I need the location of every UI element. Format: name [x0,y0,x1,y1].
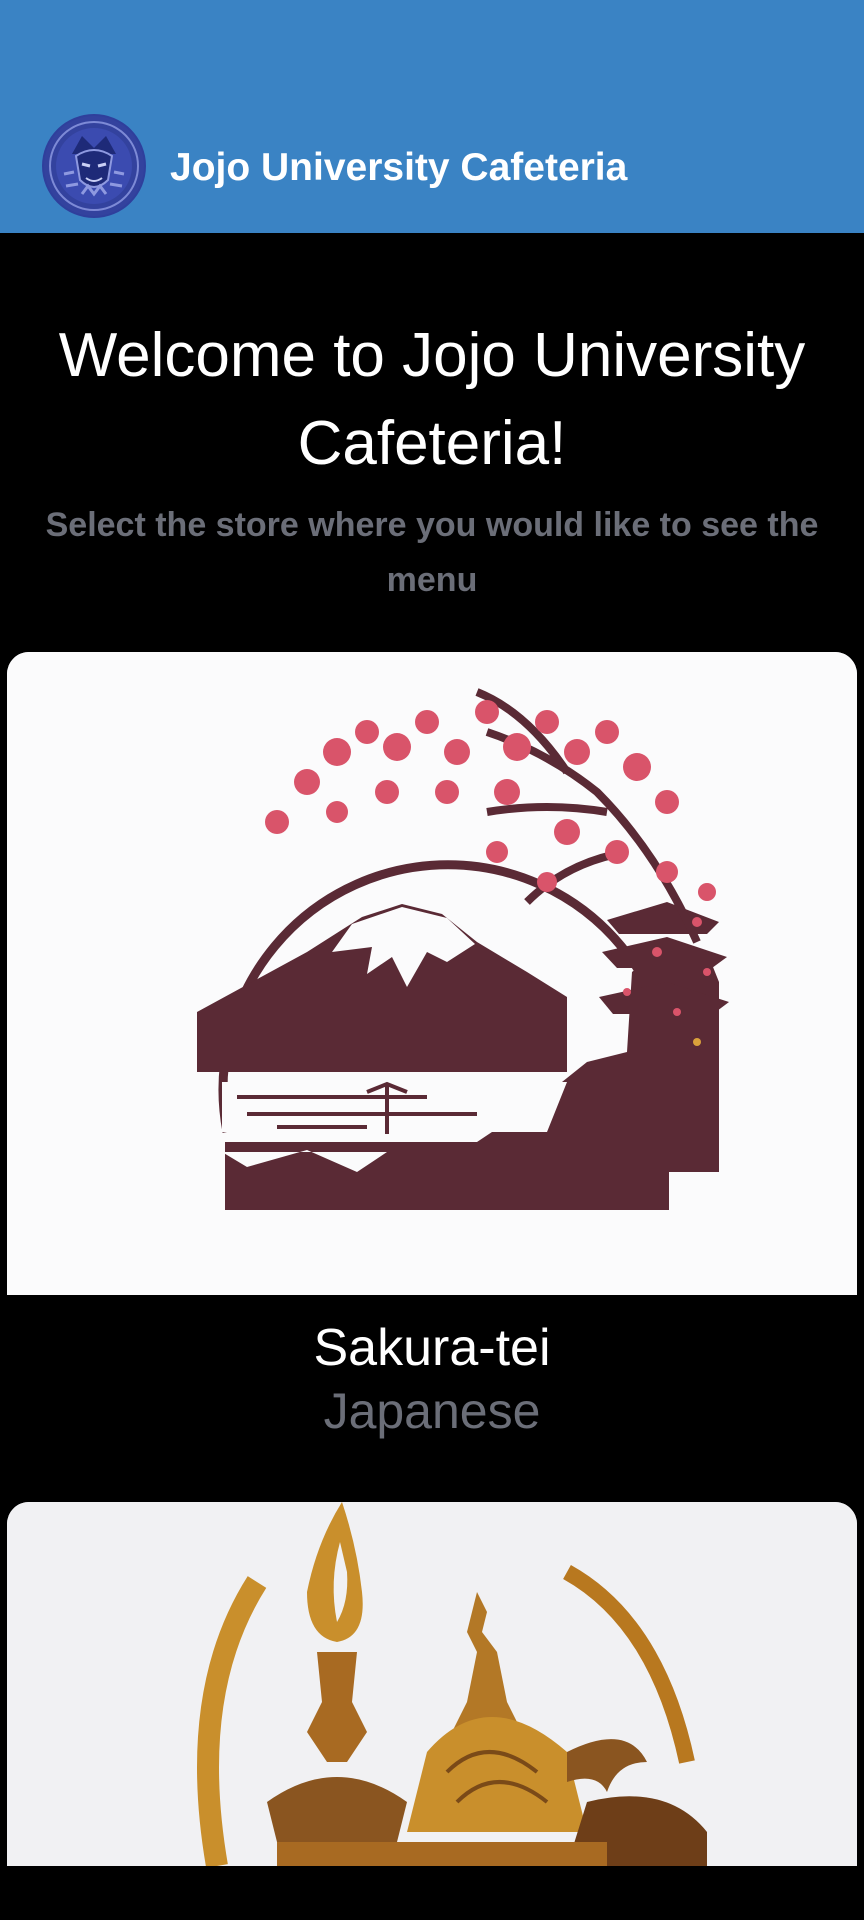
subtitle-line2: menu [386,561,478,599]
subtitle-line1: Select the store where you would like to… [45,506,819,544]
app-title: Jojo University Cafeteria [170,146,628,189]
golden-temple-flame-icon [7,1502,857,1866]
store-card-2[interactable] [7,1502,857,1866]
store-cuisine: Japanese [323,1383,541,1439]
bottom-strip [0,1866,864,1920]
app-bar: Jojo University Cafeteria [0,0,864,233]
welcome-heading-line2: Cafeteria! [297,409,567,478]
samurai-logo-icon[interactable] [42,114,146,218]
welcome-subtitle: Select the store where you would like to… [30,498,834,608]
store-name[interactable]: Sakura-tei [0,1318,864,1378]
store-card-sakura-tei[interactable] [7,652,857,1295]
welcome-heading: Welcome to Jojo University Cafeteria! [0,312,864,488]
welcome-heading-line1: Welcome to Jojo University [58,321,806,390]
mount-fuji-cherry-blossom-icon [7,652,857,1295]
